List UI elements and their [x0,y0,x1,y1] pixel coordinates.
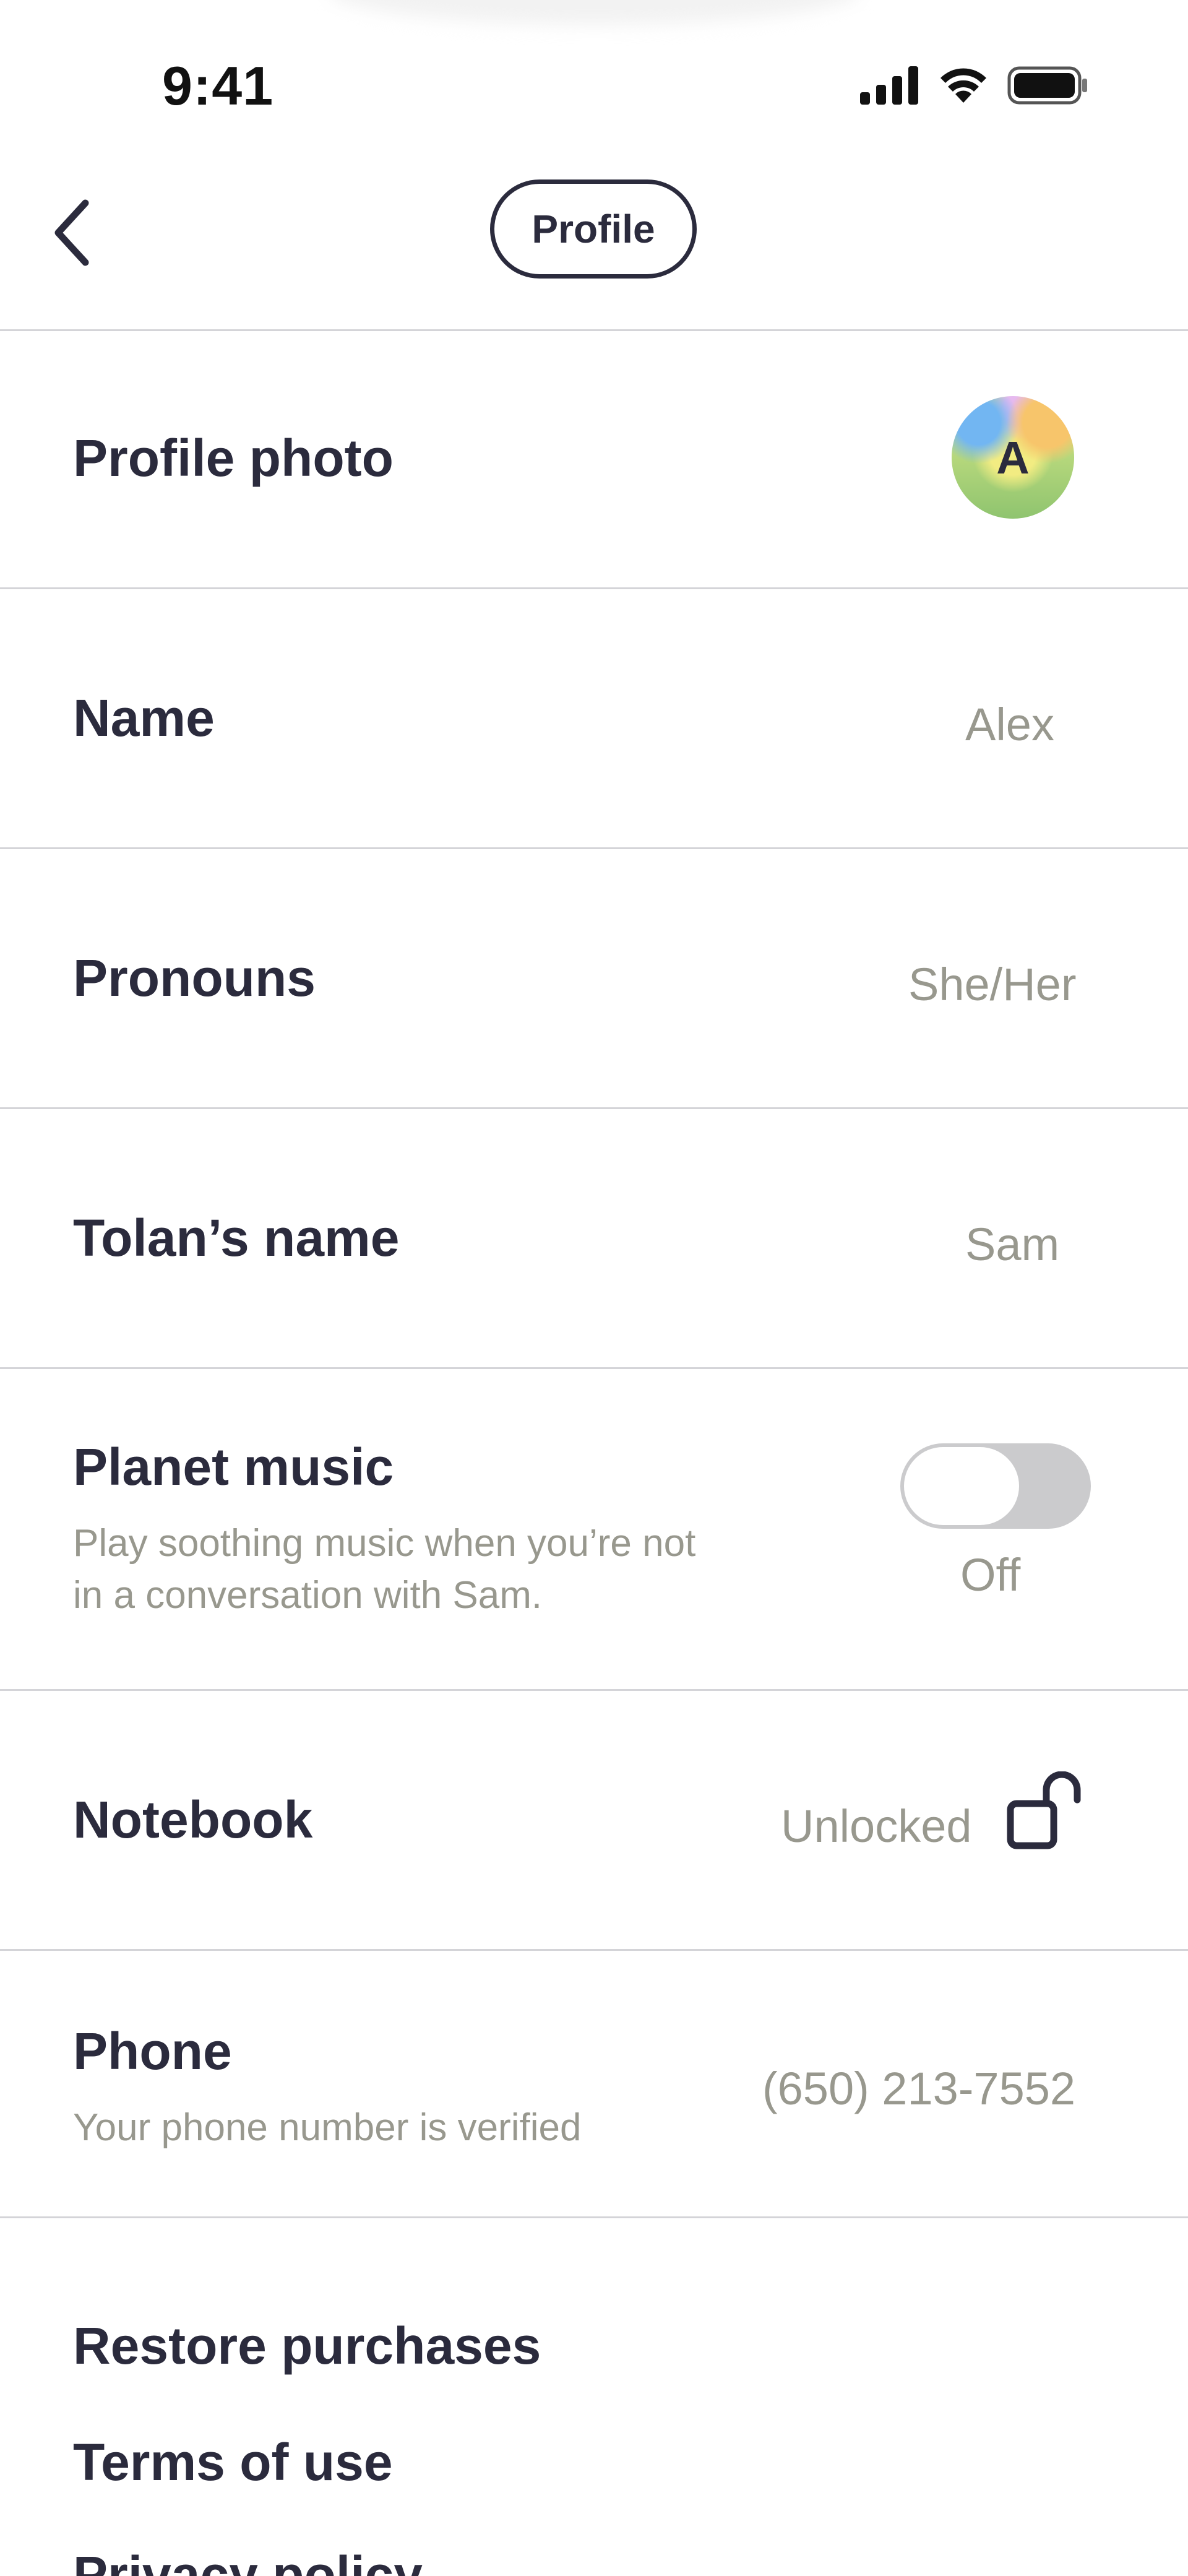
notebook-status: Unlocked [781,1800,972,1852]
tolan-name-row[interactable]: Tolan’s name Sam [0,1109,1188,1369]
battery-icon [1007,66,1087,105]
top-navigation: Profile [0,161,1188,331]
pronouns-value: She/Her [908,959,1077,1010]
planet-music-label: Planet music [73,1438,394,1496]
pronouns-label: Pronouns [73,949,316,1007]
back-button[interactable] [43,193,105,274]
avatar-initial: A [996,431,1030,483]
planet-music-description-line2: in a conversation with Sam. [73,1574,543,1617]
status-bar: 9:41 [0,0,1188,161]
name-value: Alex [965,699,1054,750]
planet-music-state: Off [960,1549,1021,1601]
tolan-name-value: Sam [965,1219,1060,1270]
planet-music-description-line1: Play soothing music when you’re not [73,1522,696,1565]
status-bar-glow [328,0,860,25]
tolan-name-label: Tolan’s name [73,1209,400,1267]
pronouns-row[interactable]: Pronouns She/Her [0,849,1188,1109]
status-time: 9:41 [162,55,274,116]
avatar[interactable]: A [952,396,1074,519]
notebook-label: Notebook [73,1791,313,1849]
signal-icon [860,66,918,105]
phone-label: Phone [73,2022,232,2080]
restore-purchases-link[interactable]: Restore purchases [73,2316,541,2376]
notebook-row[interactable]: Notebook Unlocked [0,1691,1188,1951]
profile-photo-label: Profile photo [73,429,394,487]
wifi-icon [940,68,986,103]
phone-verified-description: Your phone number is verified [73,2106,582,2149]
page-title: Profile [490,179,697,279]
name-label: Name [73,689,215,747]
phone-row[interactable]: Phone Your phone number is verified (650… [0,1951,1188,2218]
privacy-policy-link[interactable]: Privacy policy [73,2545,423,2576]
terms-of-use-link[interactable]: Terms of use [73,2432,393,2492]
planet-music-toggle[interactable] [900,1443,1091,1529]
planet-music-row: Planet music Play soothing music when yo… [0,1369,1188,1691]
phone-number-value: (650) 213-7552 [762,2063,1076,2114]
chevron-left-icon [54,199,89,266]
profile-screen: 9:41 Profile Profile photo A Name Alex P… [0,0,1188,2576]
profile-photo-row[interactable]: Profile photo A [0,329,1188,589]
toggle-knob [904,1447,1019,1525]
status-icons [860,66,1089,105]
name-row[interactable]: Name Alex [0,589,1188,849]
unlocked-padlock-icon [1007,1771,1081,1849]
